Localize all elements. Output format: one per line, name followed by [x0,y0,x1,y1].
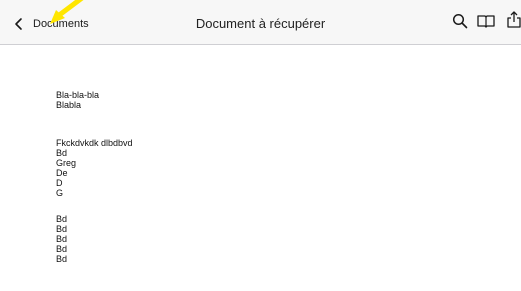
share-icon[interactable] [506,11,521,29]
document-line: Blabla [56,100,82,110]
document-line: D [56,178,63,188]
book-icon[interactable] [476,13,496,29]
document-line: De [56,168,68,178]
document-line: Bd [56,148,68,158]
document-line: Greg [56,158,77,168]
document-line: Bd [56,244,68,254]
document-line: Fkckdvkdk dlbdbvd [56,138,133,148]
chevron-left-icon [15,18,22,30]
document-line: Bla-bla-bla [56,90,100,100]
annotation-arrow-icon [50,0,84,24]
document-line: Bd [56,224,68,234]
document-line: Bd [56,214,68,224]
document-line: G [56,188,64,198]
document-line: Bd [56,254,68,264]
document-line: Bd [56,234,68,244]
document-body: Bla-bla-bla Blabla Fkckdvkdk dlbdbvd Bd … [56,90,133,264]
search-icon[interactable] [452,13,468,29]
